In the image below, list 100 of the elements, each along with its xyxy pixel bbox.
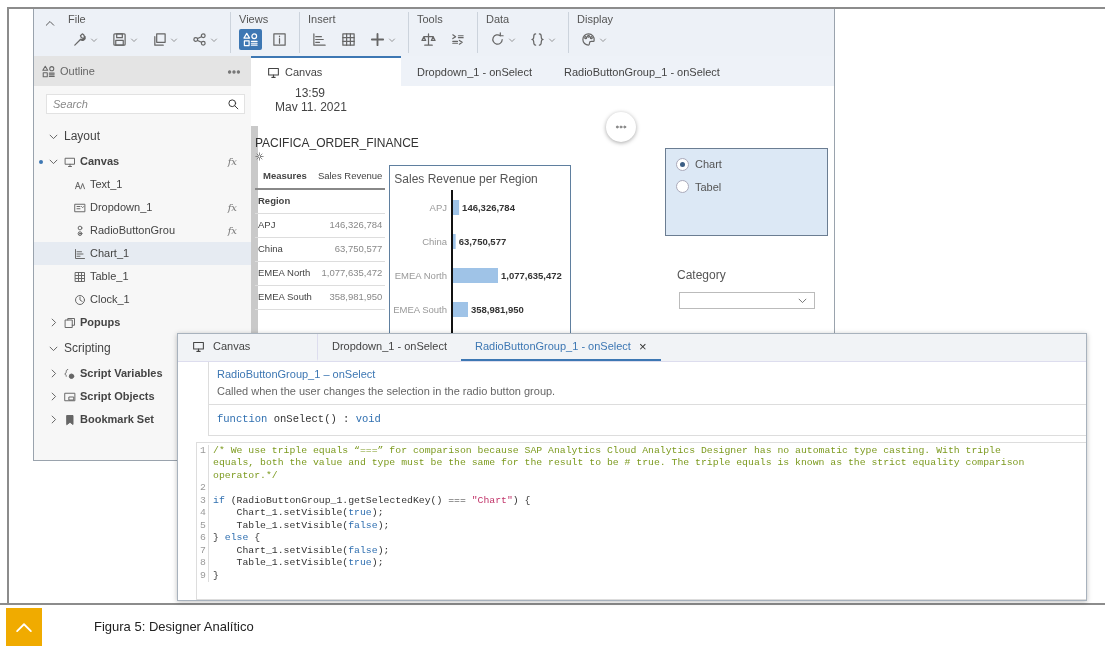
tree-item[interactable]: Canvas fx (34, 150, 251, 173)
toolbar-group-label: Tools (417, 13, 444, 26)
tree-item[interactable]: Layout (34, 122, 251, 150)
code-line: /* We use triple equals “===” for comparison because SAP Analytics Cloud Analytics Designer has no automatic type casting. With triple equals, both the value and type must be the same for the result to be # true. The triple equals is known as the strict equality comparison operator.*/ (212, 444, 1026, 483)
copy-icon (152, 32, 167, 47)
caret-icon (90, 35, 98, 44)
outline-button[interactable] (239, 29, 262, 50)
status-dot-icon (37, 157, 45, 166)
scale-icon (421, 32, 436, 47)
data-label: 146,326,784 (462, 202, 516, 213)
palette-icon (581, 32, 596, 47)
outline-icon (42, 64, 55, 78)
caret-icon (130, 35, 138, 44)
category-label: Category (677, 267, 727, 284)
save-icon (112, 32, 127, 47)
outline-icon (243, 32, 258, 47)
table-cell: EMEA North (255, 261, 315, 285)
tab[interactable]: RadioButtonGroup_1 - onSelect (547, 56, 736, 86)
code-line: if (RadioButtonGroup_1.getSelectedKey() === "Chart") { (212, 494, 532, 508)
toolbar-group-label: Views (239, 13, 270, 26)
line-number: 4 (197, 507, 209, 520)
toolbar-group-label: Insert (308, 13, 337, 26)
radio-option[interactable]: Chart (676, 156, 817, 173)
caret-icon (599, 35, 607, 44)
caret-icon (508, 35, 516, 44)
tab[interactable]: Canvas (178, 334, 318, 361)
column-header: Measures (255, 165, 315, 189)
caret-icon (210, 35, 218, 44)
code-line: } else { (212, 532, 262, 545)
bar (453, 234, 456, 249)
clock-date: Mav 11. 2021 (275, 100, 345, 114)
model-name: PACIFICA_ORDER_FINANCE (255, 135, 420, 152)
compare-icon (450, 32, 465, 47)
bar-chart-icon (312, 32, 327, 47)
bookmark-icon (64, 413, 76, 426)
line-number: 9 (197, 569, 209, 583)
code-editor[interactable] (196, 441, 1086, 600)
close-button[interactable]: × (638, 336, 647, 357)
tree-item[interactable]: Chart_1 (34, 242, 251, 265)
chart-title: Sales Revenue per Region (394, 171, 539, 188)
toolbar-group-label: Display (577, 13, 614, 26)
tree-item[interactable]: Text_1 (34, 173, 251, 196)
radio-button[interactable] (676, 180, 689, 194)
category-label: China (422, 236, 448, 247)
table-cell: 358,981,950 (314, 285, 386, 309)
tree-item[interactable]: Popups (34, 311, 251, 334)
table-icon (74, 270, 86, 283)
braces-icon (530, 32, 545, 47)
tab[interactable]: Dropdown_1 - onSelect (318, 334, 461, 361)
tree-item[interactable]: RadioButtonGrou fx (34, 219, 251, 242)
clock-icon (74, 293, 86, 306)
toolbar-group-label: Data (486, 13, 511, 26)
monitor-icon (64, 155, 76, 168)
outline-title: Outline (60, 63, 95, 79)
gear-icon (255, 152, 264, 161)
radio-button[interactable] (676, 157, 689, 171)
code-line: Chart_1.setVisible(true); (235, 507, 385, 520)
table-cell: 1,077,635,472 (314, 261, 386, 285)
event-description: Called when the user changes the selection in the radio button group. (217, 383, 557, 399)
code-line: Table_1.setVisible(true); (235, 557, 385, 570)
caret-icon (388, 35, 396, 44)
tree-item[interactable]: Table_1 (34, 265, 251, 288)
category-label: APJ (429, 202, 448, 213)
bar-chart-icon (74, 247, 86, 260)
popup-icon (64, 316, 76, 329)
line-number: 8 (197, 557, 209, 570)
table-cell: 146,326,784 (314, 213, 386, 237)
wrench-icon (72, 32, 87, 47)
table-cell: China (255, 237, 315, 261)
toolbar-group-label: File (68, 13, 87, 26)
dropdown-icon (74, 201, 86, 214)
line-number: 5 (197, 519, 209, 533)
plus-icon (370, 32, 385, 47)
table-icon (341, 32, 356, 47)
data-label: 63,750,577 (458, 236, 507, 247)
monitor-icon (267, 65, 280, 79)
row-header: Region (255, 189, 315, 213)
code-line: } (212, 569, 220, 583)
line-number: 3 (197, 494, 209, 508)
function-signature: function onSelect() : void (217, 413, 381, 425)
tree-item[interactable]: Dropdown_1 fx (34, 196, 251, 219)
tab[interactable]: Canvas (251, 56, 401, 86)
caret-icon (548, 35, 556, 44)
table-cell: APJ (255, 213, 315, 237)
bar (453, 200, 460, 215)
bar (453, 302, 469, 317)
refresh-icon (490, 32, 505, 47)
search-field[interactable]: Search (46, 94, 245, 114)
line-number: 1 (197, 444, 209, 483)
data-label: 1,077,635,472 (501, 270, 563, 281)
line-number: 7 (197, 544, 209, 558)
radio-option[interactable]: Tabel (676, 178, 817, 195)
tree-item[interactable]: Clock_1 (34, 288, 251, 311)
tab[interactable]: Dropdown_1 - onSelect (401, 56, 548, 86)
event-title: RadioButtonGroup_1 – onSelect (217, 367, 377, 382)
tab[interactable]: RadioButtonGroup_1 - onSelect × (460, 334, 661, 361)
category-label: EMEA South (394, 304, 448, 315)
monitor-icon (192, 340, 205, 353)
line-number: 6 (197, 532, 209, 545)
code-line: Chart_1.setVisible(false); (235, 544, 391, 558)
